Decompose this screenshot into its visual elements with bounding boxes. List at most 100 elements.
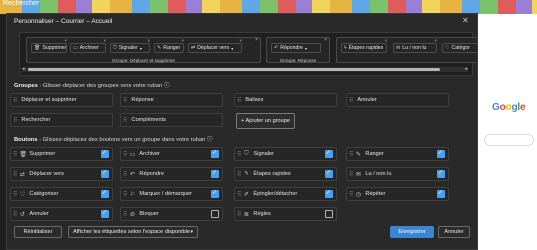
remove-icon[interactable]: ×: [147, 38, 150, 43]
remove-icon[interactable]: ×: [239, 38, 242, 43]
button-item[interactable]: ⠿ ϟ Étapes rapides: [234, 167, 337, 181]
button-item[interactable]: ⠿ ◷ Répéter: [346, 187, 449, 201]
tag-icon: ♡: [445, 45, 450, 51]
preview-button-move[interactable]: ⇄ Déplacer vers ▾ ×: [188, 38, 242, 53]
add-group-button[interactable]: + Ajouter un groupe: [236, 113, 295, 129]
drag-handle-icon[interactable]: ⠿: [237, 171, 241, 178]
button-item[interactable]: ⠿ ⇄ Déplacer vers: [10, 167, 113, 181]
google-search-box[interactable]: [484, 134, 534, 146]
customize-dialog: Personnaliser – Courrier – Accueil ✕ 🗑 Su…: [6, 13, 478, 250]
preview-button-archive[interactable]: ▭ Archiver ×: [70, 38, 106, 53]
drag-handle-icon[interactable]: ⠿: [13, 171, 17, 178]
scroll-left-icon[interactable]: ◂: [22, 66, 25, 72]
button-checkbox[interactable]: [101, 209, 109, 218]
drag-handle-icon[interactable]: ⠿: [13, 191, 17, 198]
remove-icon[interactable]: ×: [181, 38, 184, 43]
remove-icon[interactable]: ×: [103, 38, 106, 43]
remove-icon[interactable]: ×: [434, 38, 437, 43]
button-checkbox[interactable]: [101, 169, 109, 178]
drag-handle-icon[interactable]: ⠿: [123, 191, 127, 198]
drag-handle-icon[interactable]: ⠿: [237, 211, 241, 218]
close-icon[interactable]: ✕: [462, 16, 469, 25]
button-item[interactable]: ⠿ ≣ Règles: [234, 207, 337, 221]
button-item[interactable]: ⠿ ▭ Archiver: [120, 147, 223, 161]
button-item[interactable]: ⠿ ✉ Lu / non lu: [346, 167, 449, 181]
group-item[interactable]: ⠿ Déplacer et supprimer: [10, 93, 113, 107]
drag-handle-icon[interactable]: ⠿: [237, 97, 241, 104]
preview-group-move-delete[interactable]: 🗑 Supprimer × ▭ Archiver × ⛉ Signaler ▾ × ✎ Rang…: [26, 37, 261, 63]
button-checkbox[interactable]: [325, 189, 333, 198]
drag-handle-icon[interactable]: ⠿: [349, 171, 353, 178]
drag-handle-icon[interactable]: ⠿: [237, 151, 241, 158]
drag-handle-icon[interactable]: ⠿: [123, 117, 127, 124]
button-checkbox[interactable]: [211, 169, 219, 178]
preview-group-tags[interactable]: ϟ Étapes rapides × ✉ Lu / non lu × ♡ Catégor: [336, 37, 478, 63]
remove-icon[interactable]: ×: [384, 38, 387, 43]
drag-handle-icon[interactable]: ⠿: [123, 211, 127, 218]
preview-button-sweep[interactable]: ✎ Ranger ×: [154, 38, 184, 53]
preview-button-quick-steps[interactable]: ϟ Étapes rapides ×: [341, 38, 387, 53]
button-item[interactable]: ⠿ ↺ Annuler: [10, 207, 113, 221]
save-button[interactable]: Enregistrer: [390, 226, 434, 238]
button-item[interactable]: ⠿ ⛉ Signaler: [234, 147, 337, 161]
preview-button-reply[interactable]: ↶ Répondre ▾: [271, 43, 321, 53]
drag-handle-icon[interactable]: ⠿: [123, 151, 127, 158]
button-checkbox[interactable]: [101, 149, 109, 158]
button-checkbox[interactable]: [325, 210, 333, 218]
drag-handle-icon[interactable]: ⠿: [349, 191, 353, 198]
drag-handle-icon[interactable]: ⠿: [237, 191, 241, 198]
envelope-icon: ✉: [355, 171, 361, 178]
preview-group-reply[interactable]: ↶ Répondre ▾ × Groupe: Réponse: [266, 37, 330, 63]
preview-button-categorize[interactable]: ♡ Catégor: [442, 43, 478, 53]
button-item-label: Archiver: [139, 151, 160, 157]
remove-group-icon[interactable]: ×: [324, 37, 327, 43]
preview-button-read-unread[interactable]: ✉ Lu / non lu ×: [393, 38, 437, 53]
archive-icon: ▭: [73, 45, 78, 51]
reset-button[interactable]: Réinitialiser: [14, 226, 62, 238]
cancel-button[interactable]: Annuler: [438, 226, 470, 238]
drag-handle-icon[interactable]: ⠿: [123, 171, 127, 178]
drag-handle-icon[interactable]: ⠿: [13, 211, 17, 218]
labels-option-dropdown[interactable]: Afficher les étiquettes selon l'espace d…: [68, 226, 198, 238]
drag-handle-icon[interactable]: ⠿: [13, 97, 17, 104]
group-item[interactable]: ⠿ Rechercher: [10, 113, 113, 127]
drag-handle-icon[interactable]: ⠿: [13, 117, 17, 124]
button-checkbox[interactable]: [211, 149, 219, 158]
drag-handle-icon[interactable]: ⠿: [13, 151, 17, 158]
button-checkbox[interactable]: [325, 169, 333, 178]
button-item[interactable]: ⠿ ♡ Catégoriser: [10, 187, 113, 201]
button-item[interactable]: ⠿ 🗑 Supprimer: [10, 147, 113, 161]
group-item[interactable]: ⠿ Balises: [234, 93, 337, 107]
drag-handle-icon[interactable]: ⠿: [349, 151, 353, 158]
button-checkbox[interactable]: [437, 169, 445, 178]
button-item[interactable]: ⠿ ↶ Répondre: [120, 167, 223, 181]
scrollbar-thumb[interactable]: [28, 68, 440, 71]
button-item-label: Règles: [253, 211, 271, 217]
button-item[interactable]: ⠿ ⚐ Marquer / démarquer: [120, 187, 223, 201]
group-item[interactable]: ⠿ Annuler: [346, 93, 449, 107]
button-item[interactable]: ⠿ ✐ Épingler/détacher: [234, 187, 337, 201]
background-search-label: Rechercher: [3, 0, 40, 7]
remove-icon[interactable]: ×: [64, 38, 67, 43]
button-item-label: Déplacer vers: [29, 171, 64, 177]
remove-group-icon[interactable]: ×: [255, 37, 258, 43]
preview-button-report[interactable]: ⛉ Signaler ▾ ×: [110, 38, 150, 53]
button-checkbox[interactable]: [437, 149, 445, 158]
group-item[interactable]: ⠿ Réponse: [120, 93, 223, 107]
button-checkbox[interactable]: [437, 189, 445, 198]
group-item[interactable]: ⠿ Compléments: [120, 113, 223, 127]
preview-button-delete[interactable]: 🗑 Supprimer ×: [31, 38, 67, 53]
drag-handle-icon[interactable]: ⠿: [349, 97, 353, 104]
drag-handle-icon[interactable]: ⠿: [123, 97, 127, 104]
button-item[interactable]: ⠿ ✎ Ranger: [346, 147, 449, 161]
scroll-right-icon[interactable]: ▸: [465, 66, 468, 72]
preview-scrollbar[interactable]: ◂ ▸: [22, 66, 468, 72]
button-item-label: Annuler: [29, 211, 49, 217]
button-checkbox[interactable]: [325, 149, 333, 158]
buttons-subtitle: - Glissez-déplacez des boutons vers un g…: [37, 137, 213, 143]
button-checkbox[interactable]: [211, 189, 219, 198]
button-checkbox[interactable]: [211, 210, 219, 218]
button-item[interactable]: ⠿ ⊘ Bloquer: [120, 207, 223, 221]
button-checkbox[interactable]: [101, 189, 109, 198]
buttons-section-header: Boutons - Glissez-déplacez des boutons v…: [14, 134, 213, 143]
